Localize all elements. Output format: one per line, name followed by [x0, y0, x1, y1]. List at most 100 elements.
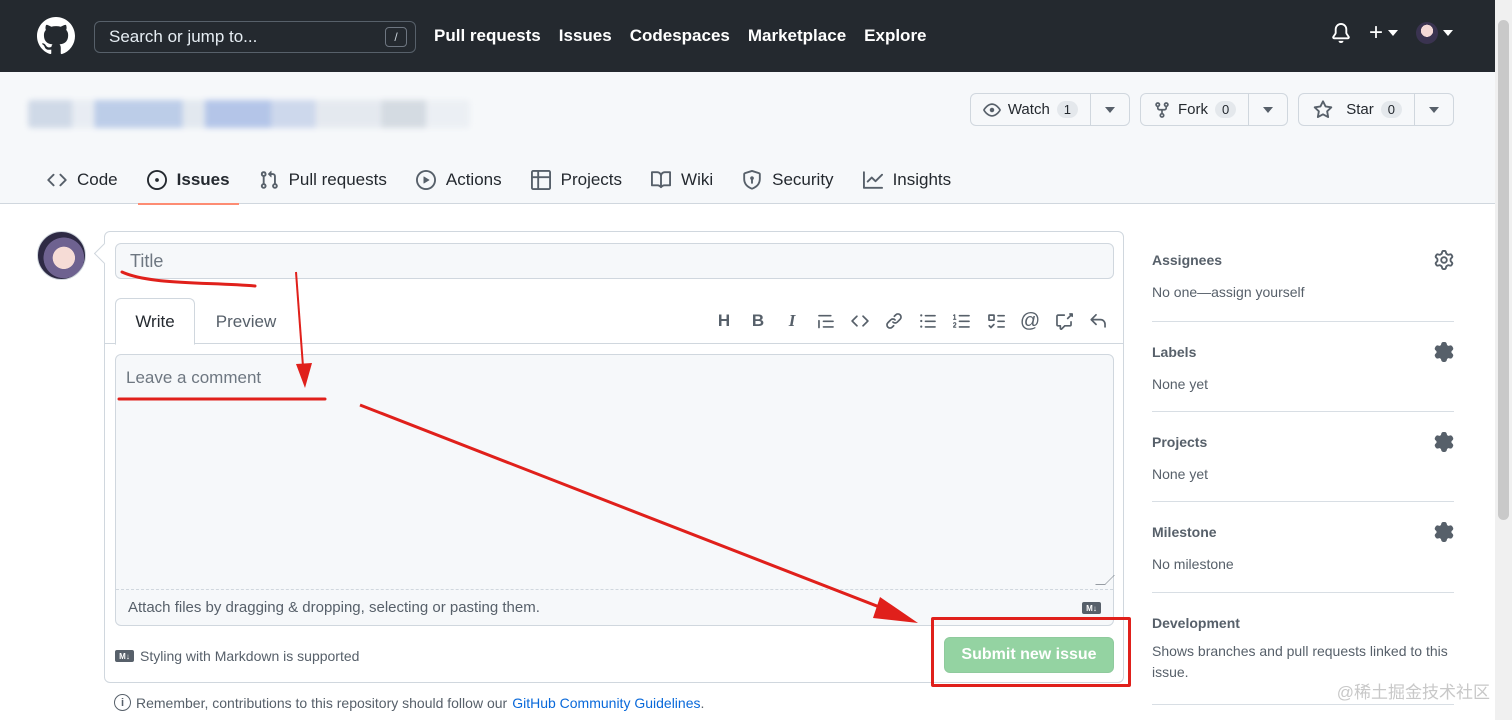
tab-insights[interactable]: Insights [854, 156, 961, 204]
tab-label: Code [77, 170, 118, 189]
milestone-value: No milestone [1152, 556, 1234, 572]
editor-tabs: Write Preview H B I @ [105, 298, 1123, 345]
guidelines-end: . [700, 694, 705, 711]
reply-icon[interactable] [1087, 310, 1109, 332]
code-icon[interactable] [849, 310, 871, 332]
development-heading: Development [1152, 615, 1240, 631]
labels-section[interactable]: Labels None yet [1152, 322, 1454, 412]
issue-title-input[interactable]: Title [115, 243, 1114, 279]
book-icon [651, 171, 672, 189]
watch-count: 1 [1056, 101, 1079, 118]
mention-icon[interactable]: @ [1019, 310, 1041, 332]
table-icon [530, 170, 551, 190]
issue-sidebar: Assignees No one—assign yourself Labels … [1152, 240, 1454, 705]
tab-pull-requests[interactable]: Pull requests [250, 156, 396, 204]
issue-opened-icon [146, 170, 167, 190]
cross-reference-icon[interactable] [1053, 310, 1075, 332]
search-shortcut-key: / [385, 27, 407, 47]
assignees-value[interactable]: No one—assign yourself [1152, 282, 1454, 303]
repo-header: Watch 1 Fork 0 Star 0 Code Issues Pull r… [0, 72, 1495, 205]
page-scrollbar[interactable] [1495, 0, 1512, 720]
global-header: Search or jump to... / Pull requests Iss… [0, 0, 1495, 72]
fork-button-group: Fork 0 [1140, 93, 1289, 126]
nav-issues[interactable]: Issues [559, 26, 612, 46]
resize-handle-icon[interactable] [1095, 575, 1115, 585]
play-icon [415, 170, 436, 190]
nav-marketplace[interactable]: Marketplace [748, 26, 846, 46]
chevron-down-icon [1263, 106, 1274, 113]
labels-heading: Labels [1152, 344, 1197, 360]
user-menu[interactable] [1416, 22, 1453, 44]
graph-icon [862, 171, 883, 189]
title-placeholder: Title [130, 250, 164, 271]
numbered-list-icon[interactable] [951, 310, 973, 332]
assignees-heading: Assignees [1152, 252, 1223, 268]
watch-button-group: Watch 1 [969, 93, 1131, 126]
global-nav: Pull requests Issues Codespaces Marketpl… [434, 0, 945, 72]
bulleted-list-icon[interactable] [917, 310, 939, 332]
author-avatar [37, 231, 86, 280]
task-list-icon[interactable] [985, 310, 1007, 332]
italic-icon[interactable]: I [781, 310, 803, 332]
bold-icon[interactable]: B [747, 310, 769, 332]
github-logo-icon[interactable] [37, 17, 75, 55]
gear-icon[interactable] [1434, 432, 1454, 452]
tab-actions[interactable]: Actions [407, 156, 511, 204]
tab-issues[interactable]: Issues [137, 156, 239, 205]
markdown-note[interactable]: M↓ Styling with Markdown is supported [115, 648, 359, 664]
development-value: Shows branches and pull requests linked … [1152, 643, 1448, 680]
plus-icon: + [1368, 19, 1383, 46]
community-guidelines-link[interactable]: GitHub Community Guidelines [512, 695, 700, 711]
labels-value: None yet [1152, 376, 1209, 392]
gear-icon[interactable] [1434, 250, 1454, 270]
nav-codespaces[interactable]: Codespaces [630, 26, 730, 46]
write-tab[interactable]: Write [115, 298, 195, 345]
link-icon[interactable] [883, 310, 905, 332]
fork-icon [1155, 101, 1169, 118]
create-new-menu[interactable]: + [1368, 19, 1398, 46]
watch-button[interactable]: Watch 1 [971, 94, 1092, 125]
tab-label: Wiki [681, 170, 714, 189]
bell-icon[interactable] [1331, 23, 1351, 43]
assignees-section[interactable]: Assignees No one—assign yourself [1152, 240, 1454, 322]
star-button[interactable]: Star 0 [1299, 94, 1415, 125]
projects-section[interactable]: Projects None yet [1152, 412, 1454, 502]
guidelines-text: Remember, contributions to this reposito… [136, 694, 508, 711]
gear-icon[interactable] [1434, 342, 1454, 362]
code-icon [47, 173, 67, 187]
markdown-toolbar: H B I @ [713, 310, 1109, 332]
tab-security[interactable]: Security [733, 156, 842, 204]
star-count: 0 [1380, 101, 1402, 118]
preview-tab[interactable]: Preview [201, 298, 291, 345]
fork-count: 0 [1215, 101, 1237, 118]
scrollbar-thumb[interactable] [1498, 20, 1509, 520]
quote-icon[interactable] [815, 310, 837, 332]
chevron-down-icon [1105, 106, 1116, 113]
markdown-icon: M↓ [1082, 602, 1101, 614]
gear-icon[interactable] [1434, 522, 1454, 542]
watch-dropdown[interactable] [1091, 94, 1129, 125]
search-placeholder: Search or jump to... [109, 27, 258, 46]
avatar [1416, 22, 1438, 44]
info-icon: i [114, 694, 131, 711]
heading-icon[interactable]: H [713, 310, 735, 332]
star-label: Star [1346, 101, 1374, 118]
star-dropdown[interactable] [1415, 94, 1453, 125]
fork-dropdown[interactable] [1249, 94, 1287, 125]
projects-heading: Projects [1152, 434, 1208, 450]
fork-button[interactable]: Fork 0 [1141, 94, 1250, 125]
tab-label: Insights [892, 170, 952, 189]
watermark: @稀土掘金技术社区 [1336, 683, 1490, 702]
tab-projects[interactable]: Projects [522, 156, 631, 204]
nav-pull-requests[interactable]: Pull requests [434, 26, 541, 46]
shield-icon [743, 170, 761, 190]
tab-code[interactable]: Code [38, 156, 127, 204]
milestone-section[interactable]: Milestone No milestone [1152, 502, 1454, 593]
chevron-down-icon [1388, 30, 1398, 36]
repo-nav: Code Issues Pull requests Actions Projec… [38, 156, 971, 205]
comment-textarea[interactable]: Leave a comment Attach files by dragging… [115, 354, 1115, 626]
nav-explore[interactable]: Explore [864, 26, 926, 46]
tab-label: Projects [560, 170, 623, 189]
search-input[interactable]: Search or jump to... / [94, 21, 416, 53]
tab-wiki[interactable]: Wiki [642, 156, 722, 204]
